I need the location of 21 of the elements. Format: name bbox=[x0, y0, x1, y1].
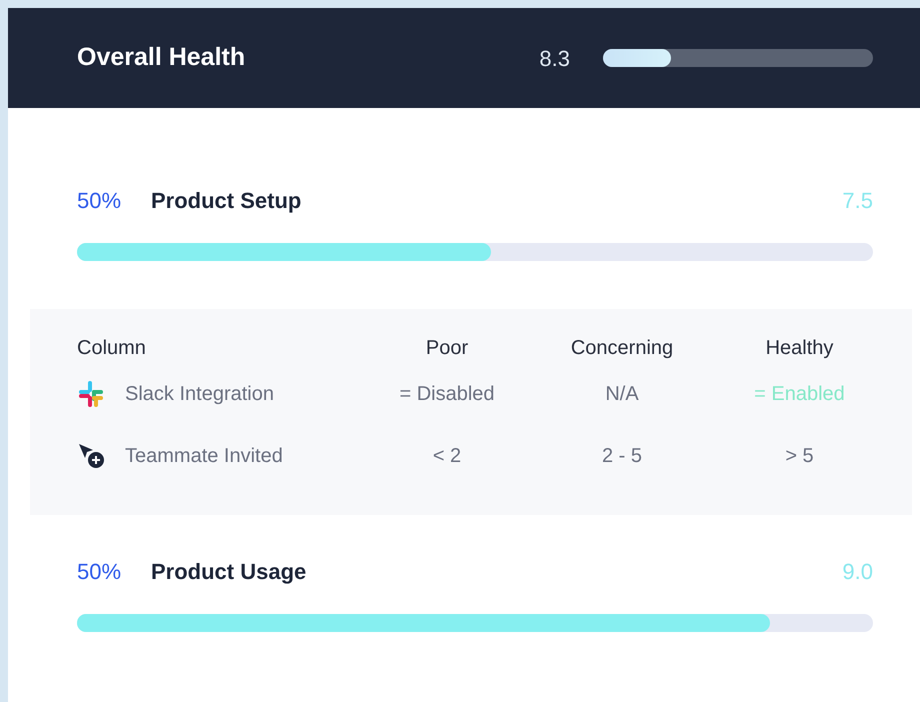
overall-score: 8.3 bbox=[539, 44, 570, 72]
cursor-plus-icon bbox=[77, 441, 107, 471]
table-cell-text: < 2 bbox=[432, 444, 462, 469]
section-title: Product Usage bbox=[151, 558, 306, 586]
table-cell-text: = Disabled bbox=[398, 382, 496, 407]
weight-percent: 50% bbox=[77, 558, 122, 586]
criterion-label: Teammate Invited bbox=[125, 444, 283, 469]
column-header: Healthy bbox=[764, 336, 834, 361]
weight-percent: 50% bbox=[77, 187, 122, 215]
table-cell-text: = Enabled bbox=[753, 382, 846, 407]
table-cell-text: > 5 bbox=[784, 444, 815, 469]
column-header: Column bbox=[77, 336, 147, 361]
section-title: Product Setup bbox=[151, 187, 302, 215]
table-cell-text: N/A bbox=[604, 382, 640, 407]
criterion-label: Slack Integration bbox=[125, 382, 274, 407]
column-header: Concerning bbox=[570, 336, 674, 361]
card-title: Overall Health bbox=[77, 42, 246, 74]
section-score: 7.5 bbox=[842, 187, 873, 215]
section-score: 9.0 bbox=[842, 558, 873, 586]
column-header: Poor bbox=[424, 336, 470, 361]
table-cell-text: 2 - 5 bbox=[600, 444, 644, 469]
